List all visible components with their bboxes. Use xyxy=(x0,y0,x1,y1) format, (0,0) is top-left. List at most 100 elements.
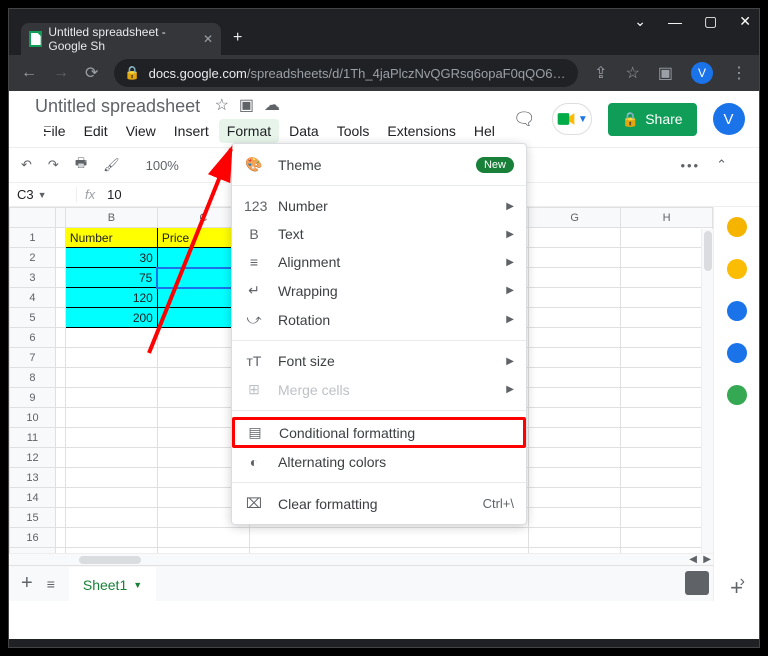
horizontal-scrollbar[interactable]: ◀ ▶ xyxy=(9,553,713,565)
cell[interactable] xyxy=(621,428,713,448)
cell[interactable] xyxy=(529,268,621,288)
formula-bar[interactable]: 10 xyxy=(103,187,121,202)
add-sheet-button[interactable]: + xyxy=(21,572,33,595)
cell[interactable] xyxy=(529,508,621,528)
browser-tab[interactable]: Untitled spreadsheet - Google Sh ✕ xyxy=(21,23,221,55)
cell[interactable] xyxy=(621,388,713,408)
format-menu-number[interactable]: 123Number▶ xyxy=(232,192,526,220)
extensions-icon[interactable]: ▣ xyxy=(658,63,673,83)
cell[interactable] xyxy=(621,228,713,248)
format-menu-alignment[interactable]: ≡Alignment▶ xyxy=(232,248,526,276)
menu-edit[interactable]: Edit xyxy=(76,119,116,143)
cell[interactable] xyxy=(621,528,713,548)
cell[interactable] xyxy=(529,428,621,448)
calendar-icon[interactable] xyxy=(727,217,747,237)
cell[interactable]: 200 xyxy=(65,308,157,328)
menu-format[interactable]: Format xyxy=(219,119,279,143)
cell[interactable] xyxy=(621,508,713,528)
cell[interactable] xyxy=(65,408,157,428)
cell[interactable] xyxy=(621,468,713,488)
format-menu-alternating-colors[interactable]: ◐Alternating colors xyxy=(232,448,526,476)
window-dropdown-icon[interactable]: ⌄ xyxy=(634,13,646,30)
paint-format-icon[interactable]: 🖌 xyxy=(103,157,120,173)
toolbar-more-icon[interactable]: ••• xyxy=(680,158,700,173)
keep-icon[interactable] xyxy=(727,259,747,279)
cell[interactable] xyxy=(65,388,157,408)
cell[interactable] xyxy=(621,308,713,328)
menu-file[interactable]: File xyxy=(35,119,74,143)
cell[interactable] xyxy=(65,528,157,548)
star-icon[interactable]: ☆ xyxy=(215,95,229,115)
redo-icon[interactable]: ↷ xyxy=(48,157,59,173)
column-header[interactable]: B xyxy=(65,208,157,228)
nav-reload-icon[interactable]: ⟳ xyxy=(85,63,98,83)
format-menu-rotation[interactable]: ⤻Rotation▶ xyxy=(232,305,526,334)
format-menu-conditional-formatting[interactable]: ▤Conditional formatting xyxy=(232,417,526,448)
row-header[interactable]: 7 xyxy=(10,348,56,368)
menu-insert[interactable]: Insert xyxy=(166,119,217,143)
contacts-icon[interactable] xyxy=(727,343,747,363)
menu-view[interactable]: View xyxy=(118,119,164,143)
print-icon[interactable]: 🖶 xyxy=(75,154,87,176)
account-avatar[interactable]: V xyxy=(713,103,745,135)
document-title[interactable]: Untitled spreadsheet xyxy=(35,96,200,116)
cell[interactable] xyxy=(65,328,157,348)
tasks-icon[interactable] xyxy=(727,301,747,321)
row-header[interactable]: 1 xyxy=(10,228,56,248)
cell[interactable] xyxy=(529,408,621,428)
window-maximize-icon[interactable]: ▢ xyxy=(704,13,717,30)
cell[interactable] xyxy=(621,448,713,468)
format-menu-theme[interactable]: 🎨ThemeNew xyxy=(232,150,526,179)
nav-forward-icon[interactable]: → xyxy=(53,64,69,82)
cell[interactable] xyxy=(621,488,713,508)
cell[interactable] xyxy=(529,388,621,408)
cell[interactable]: 120 xyxy=(65,288,157,308)
cell[interactable] xyxy=(529,368,621,388)
cell[interactable] xyxy=(529,348,621,368)
cell[interactable] xyxy=(621,408,713,428)
row-header[interactable]: 3 xyxy=(10,268,56,288)
explore-button[interactable] xyxy=(685,571,709,595)
name-box[interactable]: C3 ▼ xyxy=(9,187,77,202)
browser-profile-avatar[interactable]: V xyxy=(691,62,713,84)
format-menu-clear-formatting[interactable]: ⌧Clear formattingCtrl+\ xyxy=(232,489,526,518)
cell[interactable]: Number xyxy=(65,228,157,248)
row-header[interactable]: 12 xyxy=(10,448,56,468)
cell[interactable] xyxy=(529,528,621,548)
row-header[interactable]: 13 xyxy=(10,468,56,488)
cell[interactable]: 75 xyxy=(65,268,157,288)
cell[interactable] xyxy=(529,488,621,508)
cell[interactable] xyxy=(65,428,157,448)
menu-extensions[interactable]: Extensions xyxy=(379,119,463,143)
new-tab-button[interactable]: + xyxy=(233,29,242,47)
collapse-toolbar-icon[interactable]: ⌃ xyxy=(716,157,727,173)
cell[interactable] xyxy=(621,328,713,348)
move-icon[interactable]: ▣ xyxy=(239,95,254,115)
cell[interactable] xyxy=(621,248,713,268)
cell[interactable] xyxy=(65,508,157,528)
cell[interactable] xyxy=(65,368,157,388)
cell[interactable] xyxy=(529,468,621,488)
menu-data[interactable]: Data xyxy=(281,119,327,143)
window-close-icon[interactable]: ✕ xyxy=(739,13,751,30)
row-header[interactable]: 15 xyxy=(10,508,56,528)
row-header[interactable]: 5 xyxy=(10,308,56,328)
bookmark-icon[interactable]: ☆ xyxy=(626,63,640,83)
share-button[interactable]: 🔒 Share xyxy=(608,103,697,136)
cell[interactable] xyxy=(529,288,621,308)
cell[interactable] xyxy=(157,528,249,548)
comments-icon[interactable]: 🗨 xyxy=(513,109,536,130)
browser-menu-icon[interactable]: ⋮ xyxy=(731,63,747,83)
row-header[interactable]: 16 xyxy=(10,528,56,548)
row-header[interactable]: 2 xyxy=(10,248,56,268)
cell[interactable] xyxy=(65,488,157,508)
format-menu-wrapping[interactable]: ↵Wrapping▶ xyxy=(232,276,526,305)
cell[interactable] xyxy=(529,228,621,248)
maps-icon[interactable] xyxy=(727,385,747,405)
row-header[interactable]: 11 xyxy=(10,428,56,448)
menu-hel[interactable]: Hel xyxy=(466,119,503,143)
cell[interactable]: 30 xyxy=(65,248,157,268)
row-header[interactable]: 14 xyxy=(10,488,56,508)
column-header[interactable]: G xyxy=(529,208,621,228)
side-panel-expand-icon[interactable]: › xyxy=(740,573,745,591)
